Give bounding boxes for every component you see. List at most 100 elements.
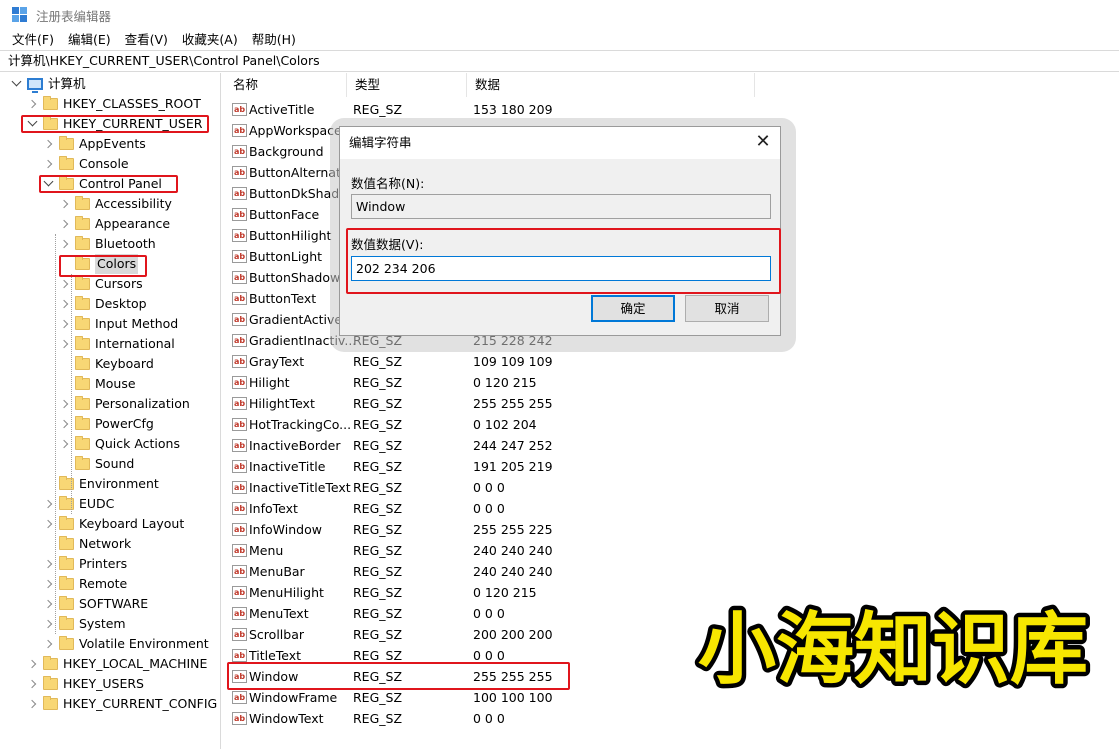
value-name: InfoWindow [249,522,322,537]
menu-view[interactable]: 查看(V) [118,30,175,50]
tree-item-international[interactable]: International [58,334,175,354]
folder-icon [75,256,90,270]
chevron-right-icon[interactable] [26,674,38,694]
menu-file[interactable]: 文件(F) [0,30,61,50]
list-item[interactable]: ab InactiveBorder REG_SZ 244 247 252 [225,435,1119,456]
chevron-right-icon[interactable] [58,394,70,414]
folder-icon [59,516,74,530]
menu-favorites[interactable]: 收藏夹(A) [175,30,245,50]
tree-item-mouse[interactable]: Mouse [58,374,136,394]
tree-item-appearance[interactable]: Appearance [58,214,170,234]
chevron-right-icon[interactable] [42,574,54,594]
menu-edit[interactable]: 编辑(E) [61,30,118,50]
chevron-right-icon[interactable] [58,214,70,234]
chevron-right-icon[interactable] [58,314,70,334]
dialog-title: 编辑字符串 [340,127,780,159]
chevron-right-icon[interactable] [42,514,54,534]
chevron-right-icon[interactable] [58,334,70,354]
chevron-right-icon[interactable] [58,234,70,254]
tree-item-keyboard-layout[interactable]: Keyboard Layout [42,514,184,534]
chevron-down-icon[interactable] [10,74,22,94]
chevron-right-icon[interactable] [42,594,54,614]
value-name: HotTrackingCo... [249,417,352,432]
tree-item-software[interactable]: SOFTWARE [42,594,148,614]
cancel-button[interactable]: 取消 [685,295,769,322]
list-item[interactable]: ab HotTrackingCo... REG_SZ 0 102 204 [225,414,1119,435]
column-header-data[interactable]: 数据 [467,73,755,97]
window-title: 注册表编辑器 [36,9,112,24]
list-item[interactable]: ab HilightText REG_SZ 255 255 255 [225,393,1119,414]
chevron-down-icon[interactable] [26,114,38,134]
tree-item-environment[interactable]: Environment [42,474,159,494]
value-data: 240 240 240 [473,564,553,579]
chevron-down-icon[interactable] [42,174,54,194]
chevron-right-icon[interactable] [58,434,70,454]
chevron-right-icon[interactable] [58,414,70,434]
list-item[interactable]: ab WindowText REG_SZ 0 0 0 [225,708,1119,729]
chevron-right-icon[interactable] [42,154,54,174]
address-bar[interactable]: 计算机\HKEY_CURRENT_USER\Control Panel\Colo… [0,50,1119,72]
chevron-right-icon[interactable] [26,94,38,114]
value-type: REG_SZ [353,459,403,474]
chevron-right-icon[interactable] [58,294,70,314]
tree-item-control-panel[interactable]: Control Panel [42,174,162,194]
list-item[interactable]: ab InfoText REG_SZ 0 0 0 [225,498,1119,519]
tree-item-input-method[interactable]: Input Method [58,314,178,334]
string-value-icon: ab [232,250,247,263]
tree-item-colors[interactable]: Colors [58,254,139,274]
tree-item-hkey-users[interactable]: HKEY_USERS [26,674,144,694]
tree-item-accessibility[interactable]: Accessibility [58,194,172,214]
tree-item-personalization[interactable]: Personalization [58,394,190,414]
tree-item-sound[interactable]: Sound [58,454,134,474]
tree-item-hkey-classes-root[interactable]: HKEY_CLASSES_ROOT [26,94,201,114]
tree-item-keyboard[interactable]: Keyboard [58,354,154,374]
list-item[interactable]: ab ActiveTitle REG_SZ 153 180 209 [225,99,1119,120]
string-value-icon: ab [232,691,247,704]
list-item[interactable]: ab InactiveTitleText REG_SZ 0 0 0 [225,477,1119,498]
string-value-icon: ab [232,670,247,683]
chevron-right-icon[interactable] [58,194,70,214]
list-item[interactable]: ab InfoWindow REG_SZ 255 255 225 [225,519,1119,540]
tree-item-hkey-current-config[interactable]: HKEY_CURRENT_CONFIG [26,694,217,714]
value-name: TitleText [249,648,302,663]
tree-item-quick-actions[interactable]: Quick Actions [58,434,180,454]
close-icon[interactable]: ✕ [754,133,772,151]
chevron-right-icon[interactable] [26,654,38,674]
list-item[interactable]: ab Hilight REG_SZ 0 120 215 [225,372,1119,393]
folder-icon [75,416,90,430]
tree-item-console[interactable]: Console [42,154,129,174]
tree-item-bluetooth[interactable]: Bluetooth [58,234,156,254]
chevron-right-icon[interactable] [42,134,54,154]
tree-item-label: Network [79,536,132,551]
column-header-name[interactable]: 名称 [225,73,347,97]
tree-item-hkey-local-machine[interactable]: HKEY_LOCAL_MACHINE [26,654,207,674]
chevron-right-icon[interactable] [58,274,70,294]
string-value-icon: ab [232,649,247,662]
chevron-right-icon[interactable] [42,614,54,634]
list-item[interactable]: ab Menu REG_SZ 240 240 240 [225,540,1119,561]
list-item[interactable]: ab MenuBar REG_SZ 240 240 240 [225,561,1119,582]
tree-item-computer[interactable]: 计算机 [10,74,86,94]
chevron-right-icon[interactable] [42,554,54,574]
value-name: InactiveBorder [249,438,341,453]
string-value-icon: ab [232,313,247,326]
list-item[interactable]: ab InactiveTitle REG_SZ 191 205 219 [225,456,1119,477]
registry-editor-icon [12,7,28,23]
chevron-right-icon[interactable] [42,634,54,654]
tree-item-eudc[interactable]: EUDC [42,494,114,514]
folder-icon [75,456,90,470]
ok-button[interactable]: 确定 [591,295,675,322]
list-item[interactable]: ab GrayText REG_SZ 109 109 109 [225,351,1119,372]
tree-item-appevents[interactable]: AppEvents [42,134,146,154]
chevron-right-icon[interactable] [42,494,54,514]
column-header-type[interactable]: 类型 [347,73,467,97]
tree-item-hkey-current-user[interactable]: HKEY_CURRENT_USER [26,114,202,134]
folder-icon [59,536,74,550]
chevron-right-icon[interactable] [26,694,38,714]
menu-help[interactable]: 帮助(H) [245,30,303,50]
tree-item-volatile-environment[interactable]: Volatile Environment [42,634,209,654]
computer-icon [27,78,43,93]
string-value-icon: ab [232,334,247,347]
value-data-input[interactable]: 202 234 206 [351,256,771,281]
tree-item-powercfg[interactable]: PowerCfg [58,414,154,434]
